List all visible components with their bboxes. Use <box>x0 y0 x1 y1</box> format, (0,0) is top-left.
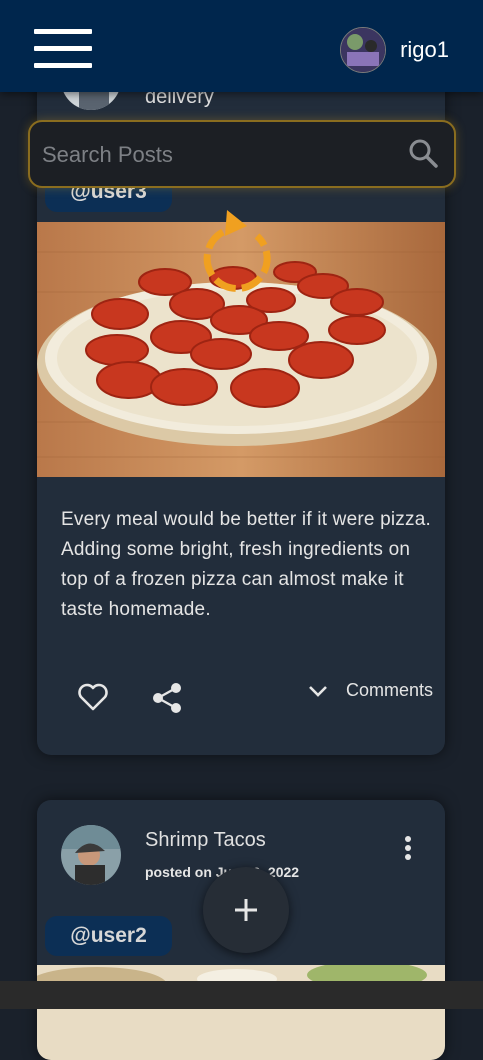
add-post-button[interactable] <box>203 867 289 953</box>
username: rigo1 <box>400 37 449 62</box>
author-avatar <box>61 825 121 885</box>
bottom-bar <box>0 981 483 1009</box>
share-icon <box>153 683 181 713</box>
loading-indicator <box>197 206 277 296</box>
share-button[interactable] <box>151 682 183 719</box>
user-tag[interactable]: @user2 <box>45 916 172 956</box>
post-menu-button[interactable] <box>403 836 413 862</box>
search-input[interactable] <box>40 122 394 188</box>
like-button[interactable] <box>77 682 109 717</box>
tacos-image[interactable] <box>37 961 445 1060</box>
search-button[interactable] <box>408 138 438 168</box>
comments-label: Comments <box>345 680 433 700</box>
top-app-bar: rigo1 <box>0 0 483 92</box>
search-icon <box>409 139 438 168</box>
menu-button[interactable] <box>34 29 92 69</box>
post-title: Shrimp Tacos <box>145 829 266 851</box>
comments-toggle[interactable]: Comments <box>308 680 433 701</box>
user-avatar <box>340 27 387 73</box>
post-body: Every meal would be better if it were pi… <box>61 509 431 620</box>
plus-icon <box>235 899 257 921</box>
more-vert-icon <box>403 836 413 860</box>
search-bar <box>28 120 456 188</box>
menu-icon <box>34 29 92 68</box>
user-profile-button[interactable]: rigo1 <box>340 27 449 73</box>
loading-spinner-icon <box>203 210 271 292</box>
chevron-down-icon <box>309 685 327 697</box>
heart-icon <box>78 683 108 711</box>
